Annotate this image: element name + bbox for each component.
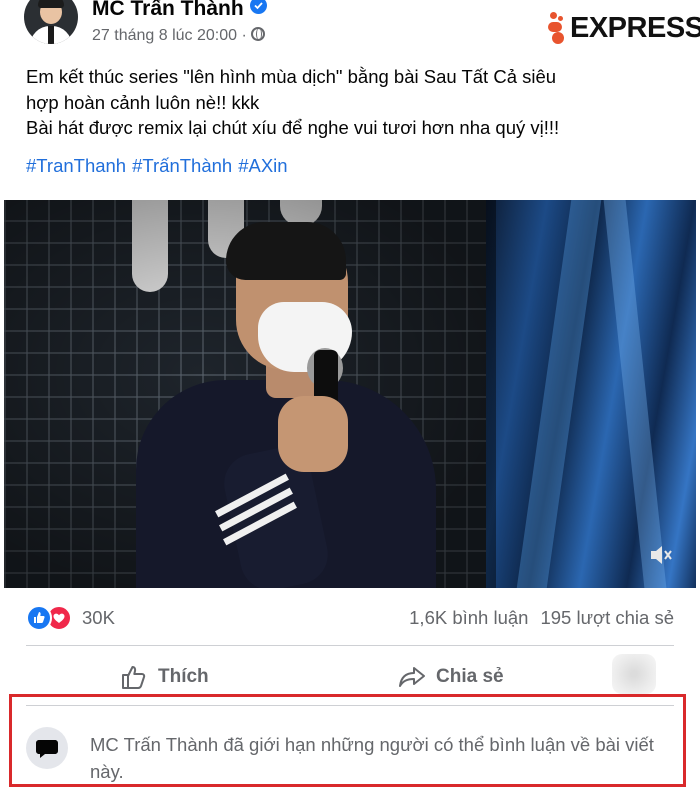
post-video[interactable] (4, 200, 696, 588)
like-label: Thích (158, 666, 209, 687)
comment-count[interactable]: 1,6K bình luận (409, 607, 528, 628)
post-header: MC Trấn Thành 27 tháng 8 lúc 20:00 · EXP… (0, 0, 700, 58)
hashtag-link[interactable]: #TrấnThành (132, 155, 232, 176)
like-button[interactable]: Thích (120, 662, 209, 692)
hashtag-link[interactable]: #TranThanh (26, 155, 126, 176)
share-icon (399, 667, 425, 687)
author-avatar[interactable] (24, 0, 78, 44)
hashtags: #TranThanh #TrấnThành #AXin (26, 155, 294, 177)
post-text-line: Em kết thúc series "lên hình mùa dịch" b… (26, 66, 557, 87)
share-count[interactable]: 195 lượt chia sẻ (540, 607, 674, 628)
author-name-row: MC Trấn Thành (92, 0, 267, 21)
watermark-logo-icon (546, 10, 568, 46)
verified-icon (249, 0, 267, 14)
mute-icon[interactable] (648, 542, 674, 568)
watermark: EXPRESS (546, 8, 700, 48)
post-text: Em kết thúc series "lên hình mùa dịch" b… (26, 64, 676, 141)
post-meta: 27 tháng 8 lúc 20:00 · (92, 27, 265, 45)
divider (26, 645, 674, 646)
highlight-box (9, 694, 686, 787)
globe-icon (250, 27, 265, 41)
account-avatar[interactable] (612, 654, 656, 694)
reaction-summary[interactable]: 30K (26, 605, 115, 631)
share-label: Chia sẻ (436, 666, 504, 687)
post-text-line: hợp hoàn cảnh luôn nè!! kkk (26, 91, 260, 113)
hashtag-link[interactable]: #AXin (238, 155, 287, 176)
reaction-count: 30K (82, 607, 115, 628)
like-reaction-icon (26, 605, 52, 631)
post-stats: 1,6K bình luận 195 lượt chia sẻ (409, 607, 674, 629)
share-button[interactable]: Chia sẻ (398, 662, 504, 692)
watermark-text: EXPRESS (570, 11, 700, 44)
post-text-line: Bài hát được remix lại chút xíu để nghe … (26, 117, 560, 138)
post-timestamp[interactable]: 27 tháng 8 lúc 20:00 · (92, 27, 247, 44)
author-name[interactable]: MC Trấn Thành (92, 0, 244, 20)
like-icon (122, 666, 146, 689)
